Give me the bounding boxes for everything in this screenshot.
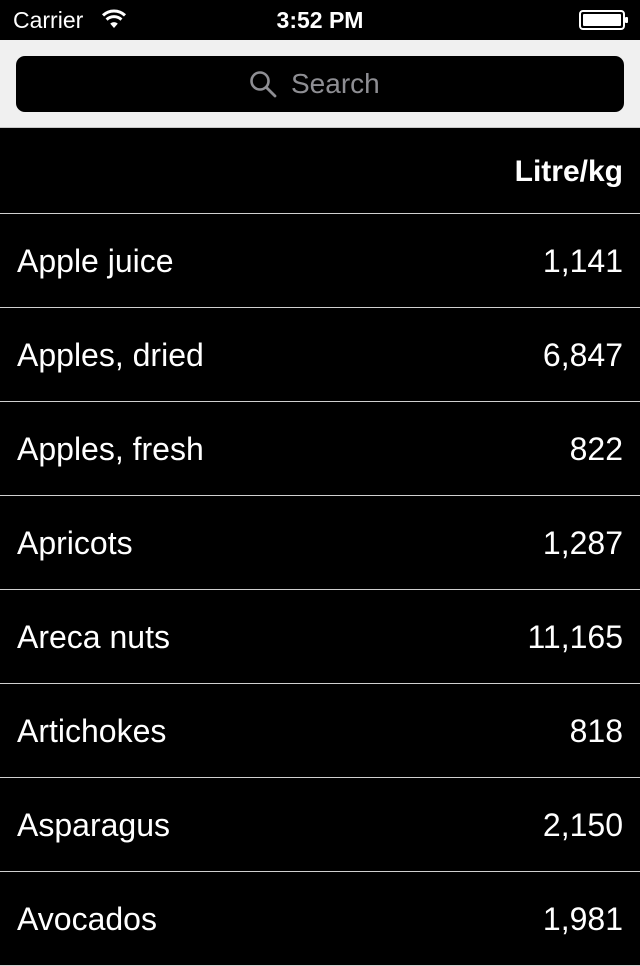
table-row[interactable]: Apricots 1,287 xyxy=(0,496,640,590)
battery-icon xyxy=(579,10,628,30)
row-name: Apple juice xyxy=(17,243,174,279)
status-bar: Carrier 3:52 PM xyxy=(0,0,640,40)
table-row[interactable]: Apples, fresh 822 xyxy=(0,402,640,496)
row-value: 1,287 xyxy=(542,525,623,561)
row-name: Apples, fresh xyxy=(17,431,204,467)
search-icon xyxy=(250,71,277,98)
row-value: 822 xyxy=(569,431,623,467)
row-name: Apricots xyxy=(17,525,133,561)
row-value: 1,981 xyxy=(542,901,623,937)
table-row[interactable]: Areca nuts 11,165 xyxy=(0,590,640,684)
row-value: 1,141 xyxy=(542,243,623,279)
table-row[interactable]: Apples, dried 6,847 xyxy=(0,308,640,402)
row-value: 818 xyxy=(569,713,623,749)
row-name: Asparagus xyxy=(17,807,170,843)
table-header: Litre/kg xyxy=(0,128,640,214)
row-name: Avocados xyxy=(17,901,157,937)
unit-header: Litre/kg xyxy=(514,155,623,188)
row-name: Areca nuts xyxy=(17,619,170,655)
search-input[interactable] xyxy=(291,68,391,100)
row-name: Apples, dried xyxy=(17,337,204,373)
water-footprint-table: Litre/kg Apple juice 1,141 Apples, dried… xyxy=(0,128,640,966)
status-time: 3:52 PM xyxy=(276,7,364,33)
search-field[interactable] xyxy=(16,56,624,112)
table-row[interactable]: Apple juice 1,141 xyxy=(0,214,640,308)
row-value: 11,165 xyxy=(527,619,624,655)
table-row[interactable]: Avocados 1,981 xyxy=(0,872,640,966)
table-row[interactable]: Asparagus 2,150 xyxy=(0,778,640,872)
row-value: 6,847 xyxy=(542,337,623,373)
row-name: Artichokes xyxy=(17,713,167,749)
table-row[interactable]: Artichokes 818 xyxy=(0,684,640,778)
row-value: 2,150 xyxy=(542,807,623,843)
search-bar xyxy=(0,40,640,128)
